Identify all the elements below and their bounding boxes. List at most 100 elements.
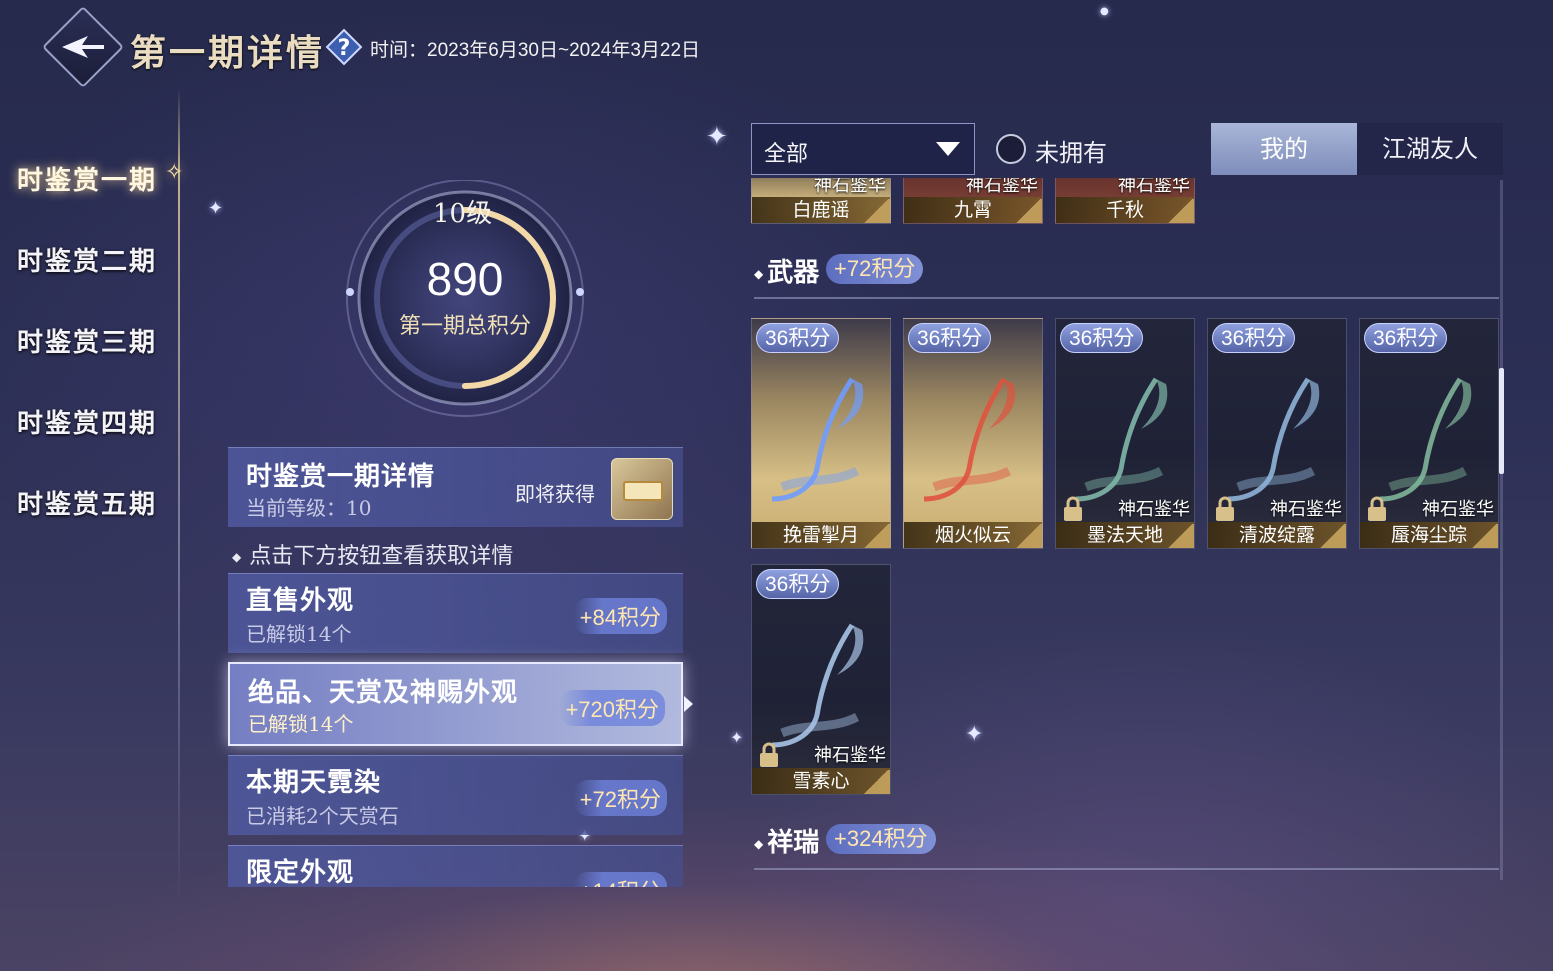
section-title-mounts: ◆ 祥瑞	[754, 828, 820, 858]
corner-ornament-icon	[1166, 524, 1194, 548]
item-source: 神石鉴华	[1422, 499, 1494, 520]
category-points: +14积分	[573, 872, 667, 887]
item-source: 神石鉴华	[1118, 178, 1190, 196]
category-sub: 已解锁14个	[246, 622, 352, 646]
points-badge: 36积分	[1364, 323, 1448, 353]
scroll-icon[interactable]	[611, 458, 673, 520]
category-title: 本期天霓染	[246, 768, 382, 798]
category-title: 直售外观	[246, 586, 355, 616]
tip-text: 点击下方按钮查看获取详情	[249, 544, 514, 569]
weapon-art-icon	[1075, 377, 1168, 502]
corner-ornament-icon	[1014, 199, 1042, 223]
item-card[interactable]: 神石鉴华 白鹿谣	[751, 178, 891, 224]
points-badge: 36积分	[756, 323, 840, 353]
category-card-limited[interactable]: 限定外观 +14积分	[228, 845, 683, 887]
weapon-art-icon	[1227, 377, 1320, 502]
active-indicator-icon: ✧	[165, 160, 184, 185]
weapon-card[interactable]: 36积分 挽雷掣月	[751, 318, 891, 549]
category-points: +72积分	[573, 780, 667, 816]
weapon-art-icon	[771, 623, 864, 748]
weapon-art-icon	[1379, 377, 1472, 502]
star-decoration: ✦	[208, 198, 224, 219]
corner-ornament-icon	[862, 524, 890, 548]
points-badge: 36积分	[756, 569, 840, 599]
svg-text:?: ?	[338, 36, 351, 61]
mounts-points: +324积分	[826, 824, 936, 854]
corner-ornament-icon	[1166, 199, 1194, 223]
nav-divider	[178, 88, 180, 908]
tab-friends[interactable]: 江湖友人	[1357, 123, 1503, 175]
corner-ornament-icon	[862, 770, 890, 794]
item-source: 神石鉴华	[966, 178, 1038, 196]
weapon-art-icon	[923, 377, 1016, 502]
weapon-card[interactable]: 36积分 烟火似云	[903, 318, 1043, 549]
item-card[interactable]: 神石鉴华 千秋	[1055, 178, 1195, 224]
back-arrow-icon	[62, 36, 104, 58]
nav-item-period-4[interactable]: 时鉴赏四期	[17, 403, 157, 440]
lock-icon	[1216, 496, 1234, 521]
points-badge: 36积分	[1212, 323, 1296, 353]
period-detail-card[interactable]: 时鉴赏一期详情 当前等级：10 即将获得	[228, 447, 683, 527]
current-level: 当前等级：10	[246, 496, 372, 520]
total-score-label: 第一期总积分	[398, 314, 531, 339]
level-label: 10级	[433, 199, 493, 229]
item-source: 神石鉴华	[1118, 499, 1190, 520]
weapon-art-icon	[771, 377, 864, 502]
weapons-title: 武器	[767, 258, 820, 288]
star-decoration: ●	[1100, 6, 1109, 17]
nav-item-period-2[interactable]: 时鉴赏二期	[17, 241, 157, 278]
tab-mine[interactable]: 我的	[1211, 123, 1357, 175]
corner-ornament-icon	[862, 199, 890, 223]
nav-item-period-1[interactable]: 时鉴赏一期	[17, 160, 157, 197]
category-title: 限定外观	[246, 858, 355, 887]
lock-icon	[1368, 496, 1386, 521]
nav-item-period-5[interactable]: 时鉴赏五期	[17, 484, 157, 521]
page-title: 第一期详情	[130, 32, 326, 74]
points-badge: 36积分	[908, 323, 992, 353]
detail-title: 时鉴赏一期详情	[246, 462, 436, 492]
section-divider	[754, 868, 1499, 870]
mounts-title: 祥瑞	[767, 828, 820, 858]
help-icon[interactable]: ?	[325, 28, 363, 66]
item-card[interactable]: 神石鉴华 九霄	[903, 178, 1043, 224]
dropdown-label: 全部	[764, 142, 809, 167]
section-title-weapons: ◆ 武器	[754, 258, 820, 288]
scrollbar-thumb[interactable]	[1499, 368, 1504, 474]
category-card-dye[interactable]: 本期天霓染 已消耗2个天赏石 +72积分	[228, 755, 683, 835]
star-decoration: ✦	[706, 122, 728, 152]
not-owned-radio[interactable]	[996, 134, 1026, 164]
category-title: 绝品、天赏及神赐外观	[248, 678, 519, 708]
weapon-card[interactable]: 36积分 神石鉴华 清波绽露	[1207, 318, 1347, 549]
corner-ornament-icon	[1470, 524, 1498, 548]
weapon-card[interactable]: 36积分 神石鉴华 墨法天地	[1055, 318, 1195, 549]
category-points: +84积分	[573, 598, 667, 634]
category-card-direct-sale[interactable]: 直售外观 已解锁14个 +84积分	[228, 573, 683, 653]
weapons-points: +72积分	[826, 254, 924, 284]
lock-icon	[760, 742, 778, 767]
upcoming-reward-label: 即将获得	[515, 482, 595, 506]
nav-item-period-3[interactable]: 时鉴赏三期	[17, 322, 157, 359]
selected-arrow-icon	[684, 696, 693, 712]
lock-icon	[1064, 496, 1082, 521]
corner-ornament-icon	[1318, 524, 1346, 548]
scrollbar-track[interactable]	[1500, 180, 1503, 880]
chevron-down-icon	[936, 142, 960, 156]
section-divider	[754, 297, 1499, 299]
category-points: +720积分	[559, 690, 665, 726]
star-decoration: ✦	[730, 728, 744, 747]
weapon-card[interactable]: 36积分 神石鉴华 蜃海尘踪	[1359, 318, 1499, 549]
category-card-premium[interactable]: 绝品、天赏及神赐外观 已解锁14个 +720积分	[228, 662, 683, 746]
filter-dropdown[interactable]: 全部	[751, 123, 975, 175]
item-source: 神石鉴华	[814, 178, 886, 196]
not-owned-label[interactable]: 未拥有	[1035, 133, 1107, 168]
total-score: 890	[426, 253, 504, 305]
category-sub: 已解锁14个	[248, 712, 354, 736]
item-source: 神石鉴华	[814, 745, 886, 766]
corner-ornament-icon	[1014, 524, 1042, 548]
weapon-card[interactable]: 36积分 神石鉴华 雪素心	[751, 564, 891, 795]
time-range: 时间：2023年6月30日~2024年3月22日	[370, 40, 701, 61]
points-badge: 36积分	[1060, 323, 1144, 353]
item-source: 神石鉴华	[1270, 499, 1342, 520]
category-sub: 已消耗2个天赏石	[246, 804, 399, 828]
instruction-tip: ◆ 点击下方按钮查看获取详情	[232, 544, 514, 569]
